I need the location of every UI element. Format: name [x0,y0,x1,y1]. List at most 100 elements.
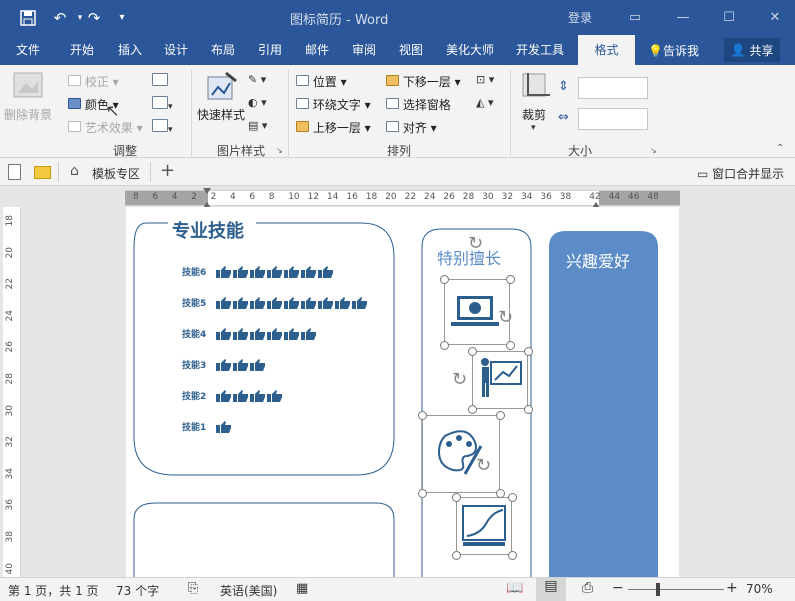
resize-handle[interactable] [524,405,533,414]
resize-handle[interactable] [452,493,461,502]
crop-icon[interactable] [520,71,552,103]
resize-handle[interactable] [468,405,477,414]
resize-handle[interactable] [524,347,533,356]
read-mode-icon[interactable]: 📖 [506,580,523,596]
width-input[interactable] [578,108,648,130]
rotate-handle-icon[interactable]: ↻ [476,455,491,476]
minimize-icon[interactable]: — [664,0,702,35]
presenter-icon[interactable] [472,351,528,409]
first-line-indent-marker[interactable] [203,188,211,194]
picture-effects-button[interactable]: ◐ ▾ [248,96,267,109]
rotate-button[interactable]: ◭ ▾ [476,96,494,109]
customize-qat-icon[interactable]: ▾ [108,0,136,35]
send-backward-button[interactable]: 下移一层 ▾ [386,73,461,90]
ribbon-display-icon[interactable]: ▭ [616,0,654,35]
group-objects-button[interactable]: ⊡ ▾ [476,73,494,86]
skills-title[interactable]: 专业技能 [168,217,248,243]
tab-file[interactable]: 文件 [8,35,48,65]
open-folder-icon[interactable] [34,166,51,179]
tab-layout[interactable]: 布局 [203,35,243,65]
resize-handle[interactable] [418,411,427,420]
skill-row[interactable]: 技能2 [182,389,284,402]
crop-dropdown-icon[interactable]: ▾ [531,123,536,133]
skill-row[interactable]: 技能4 [182,327,318,340]
art-effect-button[interactable]: 艺术效果 ▾ [68,119,143,136]
resize-handle[interactable] [496,411,505,420]
template-zone-tab[interactable]: 模板专区 [92,165,140,182]
resize-handle[interactable] [452,551,461,560]
skill-row[interactable]: 技能3 [182,358,267,371]
macro-icon[interactable]: ▦ [296,581,308,596]
tab-home[interactable]: 开始 [62,35,102,65]
bring-forward-button[interactable]: 上移一层 ▾ [296,119,371,136]
proofing-icon[interactable]: ⎘ [188,581,198,596]
restore-icon[interactable]: ☐ [710,0,748,35]
tab-insert[interactable]: 插入 [110,35,150,65]
rotate-handle-icon[interactable]: ↻ [452,369,467,390]
tell-me-search[interactable]: 💡告诉我 [648,42,699,59]
zoom-slider-thumb[interactable] [656,583,660,596]
height-input[interactable] [578,77,648,99]
skill-row[interactable]: 技能5 [182,296,369,309]
palette-icon[interactable] [422,415,500,493]
quick-style-icon[interactable] [206,71,238,103]
dialog-launcher-icon[interactable]: ↘ [650,146,657,155]
tab-developer[interactable]: 开发工具 [510,35,570,65]
resize-handle[interactable] [506,341,515,350]
language[interactable]: 英语(美国) [220,582,277,599]
dialog-launcher-icon[interactable]: ↘ [276,146,283,155]
rotate-handle-icon[interactable]: ↻ [498,307,513,328]
resize-handle[interactable] [506,275,515,284]
skill-row[interactable]: 技能1 [182,420,233,433]
reset-picture-icon[interactable]: ▾ [152,119,173,135]
new-document-icon[interactable] [8,164,21,180]
align-button[interactable]: 对齐 ▾ [386,119,437,136]
picture-border-button[interactable]: ✎ ▾ [248,73,266,86]
redo-icon[interactable]: ↷ [80,0,108,35]
position-button[interactable]: 位置 ▾ [296,73,347,90]
resize-handle[interactable] [508,551,517,560]
compress-picture-icon[interactable] [152,73,168,89]
resize-handle[interactable] [418,489,427,498]
resize-handle[interactable] [440,341,449,350]
resize-handle[interactable] [440,275,449,284]
tab-format[interactable]: 格式 [578,35,635,65]
crop-label[interactable]: 裁剪 [522,106,546,123]
tab-beautify[interactable]: 美化大师 [440,35,500,65]
print-layout-icon[interactable]: ▤ [536,578,566,601]
quick-style-label[interactable]: 快速样式 [197,106,245,123]
hobby-title[interactable]: 兴趣爱好 [566,248,630,272]
web-layout-icon[interactable]: ⎙ [582,580,593,596]
login-link[interactable]: 登录 [568,9,592,26]
chart-screen-icon[interactable] [456,497,512,555]
zoom-slider-track[interactable] [628,589,724,590]
resize-handle[interactable] [508,493,517,502]
correct-button[interactable]: 校正 ▾ [68,73,119,90]
tab-view[interactable]: 视图 [391,35,431,65]
picture-layout-button[interactable]: ▤ ▾ [248,119,267,132]
zoom-level[interactable]: 70% [746,582,773,596]
change-picture-icon[interactable]: ▾ [152,96,173,112]
rotate-handle-icon[interactable]: ↻ [468,233,483,254]
save-icon[interactable] [14,0,42,35]
share-button[interactable]: 👤 共享 [724,38,780,62]
wrap-text-button[interactable]: 环绕文字 ▾ [296,96,371,113]
tab-references[interactable]: 引用 [250,35,290,65]
word-count[interactable]: 73 个字 [116,582,159,599]
page-count[interactable]: 第 1 页，共 1 页 [8,582,99,599]
zoom-out-icon[interactable]: − [612,580,624,596]
resize-handle[interactable] [468,347,477,356]
tab-review[interactable]: 审阅 [344,35,384,65]
tab-design[interactable]: 设计 [156,35,196,65]
selection-pane-button[interactable]: 选择窗格 [386,96,451,113]
add-tab-icon[interactable]: + [160,160,175,181]
remove-background-label[interactable]: 删除背景 [4,106,52,123]
zoom-in-icon[interactable]: + [726,580,738,596]
skill-row[interactable]: 技能6 [182,265,335,278]
tab-mailings[interactable]: 邮件 [297,35,337,65]
resize-handle[interactable] [496,489,505,498]
remove-background-icon[interactable] [10,71,46,101]
collapse-ribbon-icon[interactable]: ⌃ [776,143,784,154]
close-icon[interactable]: ✕ [756,0,794,35]
window-merge-button[interactable]: ▭ 窗口合并显示 [697,165,784,182]
